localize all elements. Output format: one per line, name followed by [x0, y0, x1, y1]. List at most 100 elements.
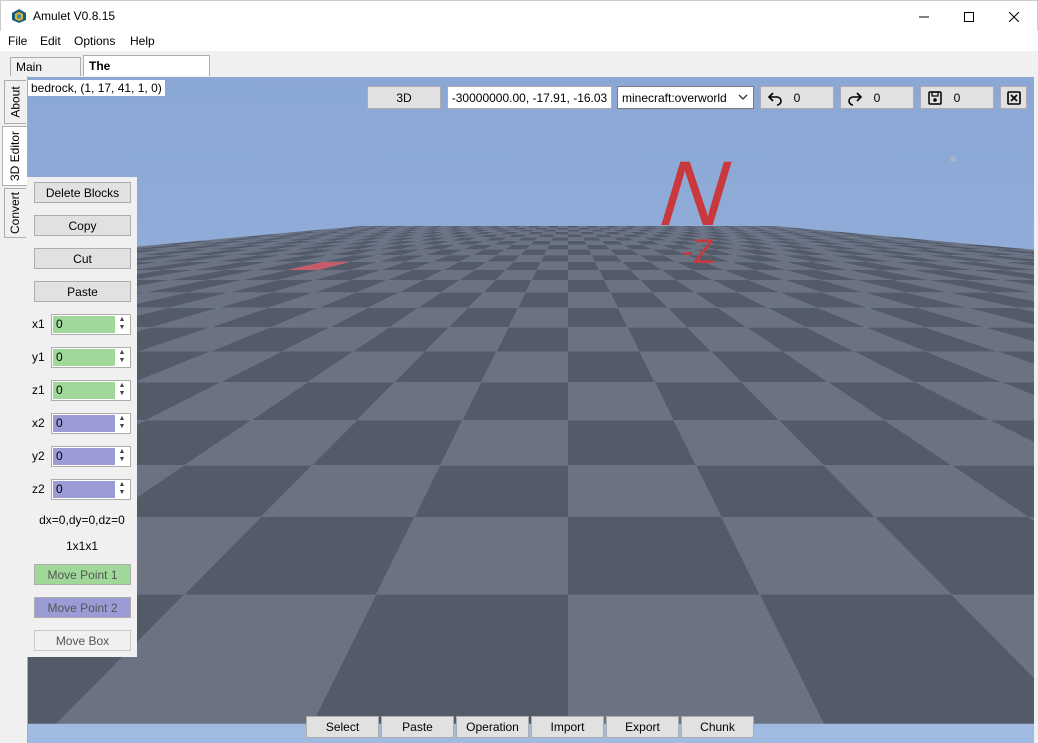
y2-value[interactable]: 0 — [53, 448, 115, 465]
compass-axis: -Z — [682, 233, 714, 271]
spin-down-icon[interactable]: ▼ — [115, 456, 129, 464]
operation-tool-button[interactable]: Operation — [456, 716, 529, 738]
undo-count: 0 — [793, 91, 801, 105]
floor-tile — [518, 292, 568, 308]
spin-up-icon[interactable]: ▲ — [115, 448, 129, 456]
spin-down-icon[interactable]: ▼ — [115, 324, 129, 332]
y1-label: y1 — [32, 350, 45, 364]
x2-label: x2 — [32, 416, 45, 430]
z2-value[interactable]: 0 — [53, 481, 115, 498]
menu-help[interactable]: Help — [130, 34, 155, 48]
floor-grid — [28, 226, 1034, 724]
floor-tile — [568, 240, 587, 245]
save-count: 0 — [953, 91, 961, 105]
spin-down-icon[interactable]: ▼ — [115, 357, 129, 365]
view-mode-label: 3D — [396, 90, 412, 105]
floor-tile — [580, 231, 596, 235]
dimension-select[interactable]: minecraft:overworld — [617, 86, 754, 109]
spin-arrows[interactable]: ▲ ▼ — [115, 382, 129, 399]
z2-spinbox[interactable]: 0 ▲ ▼ — [51, 479, 131, 500]
spin-arrows[interactable]: ▲ ▼ — [115, 448, 129, 465]
undo-button[interactable]: 0 — [760, 86, 834, 109]
floor-tile — [544, 249, 568, 256]
floor-tile — [536, 261, 568, 270]
x1-spinbox[interactable]: 0 ▲ ▼ — [51, 314, 131, 335]
spin-up-icon[interactable]: ▲ — [115, 481, 129, 489]
floor-tile — [531, 270, 568, 280]
floor-tile — [481, 351, 568, 383]
redo-button[interactable]: 0 — [840, 86, 914, 109]
floor-tile — [568, 249, 592, 256]
spin-up-icon[interactable]: ▲ — [115, 316, 129, 324]
maximize-icon — [964, 11, 974, 22]
floor-tile — [579, 229, 593, 232]
coordinates-display[interactable]: -30000000.00, -17.91, -16.03 — [447, 86, 612, 109]
spin-arrows[interactable]: ▲ ▼ — [115, 481, 129, 498]
copy-button[interactable]: Copy — [34, 215, 131, 236]
floor-tile — [525, 280, 568, 293]
x2-spinbox[interactable]: 0 ▲ ▼ — [51, 413, 131, 434]
close-window-button[interactable] — [991, 1, 1037, 32]
y2-spinbox[interactable]: 0 ▲ ▼ — [51, 446, 131, 467]
spin-up-icon[interactable]: ▲ — [115, 415, 129, 423]
z1-spinbox[interactable]: 0 ▲ ▼ — [51, 380, 131, 401]
menu-edit[interactable]: Edit — [40, 34, 61, 48]
export-tool-button[interactable]: Export — [606, 716, 679, 738]
move-point-2-button[interactable]: Move Point 2 — [34, 597, 131, 618]
floor-tile — [496, 327, 568, 352]
tab-main-menu[interactable]: Main Menu — [10, 57, 81, 92]
spin-down-icon[interactable]: ▼ — [115, 390, 129, 398]
floor-tile — [549, 240, 568, 245]
3d-viewport[interactable]: N -Z bedrock, (1, 17, 41, 1, 0) 3D -3000… — [28, 77, 1034, 743]
y1-value[interactable]: 0 — [53, 349, 115, 366]
delete-blocks-button[interactable]: Delete Blocks — [34, 182, 131, 203]
spin-up-icon[interactable]: ▲ — [115, 349, 129, 357]
floor-tile — [543, 229, 557, 232]
minimize-button[interactable] — [901, 1, 947, 32]
spin-arrows[interactable]: ▲ ▼ — [115, 415, 129, 432]
spin-up-icon[interactable]: ▲ — [115, 382, 129, 390]
coordinates-text: -30000000.00, -17.91, -16.03 — [451, 90, 608, 105]
floor-tile — [414, 465, 568, 517]
floor-tile — [568, 327, 640, 352]
spin-arrows[interactable]: ▲ ▼ — [115, 349, 129, 366]
floor-tile — [551, 237, 568, 241]
side-tab-convert[interactable]: Convert — [4, 188, 26, 238]
save-button[interactable]: 0 — [920, 86, 994, 109]
import-tool-button[interactable]: Import — [531, 716, 604, 738]
chunk-tool-button[interactable]: Chunk — [681, 716, 754, 738]
select-tool-button[interactable]: Select — [306, 716, 379, 738]
y1-spinbox[interactable]: 0 ▲ ▼ — [51, 347, 131, 368]
spin-arrows[interactable]: ▲ ▼ — [115, 316, 129, 333]
spin-down-icon[interactable]: ▼ — [115, 489, 129, 497]
x2-value[interactable]: 0 — [53, 415, 115, 432]
move-box-button[interactable]: Move Box — [34, 630, 131, 651]
floor-tile — [568, 237, 585, 241]
close-world-button[interactable] — [1000, 86, 1027, 109]
side-tab-3d-editor[interactable]: 3D Editor — [2, 126, 27, 186]
floor-tile — [508, 307, 568, 328]
move-point-1-button[interactable]: Move Point 1 — [34, 564, 131, 585]
view-mode-button[interactable]: 3D — [367, 86, 441, 109]
floor-tile — [568, 420, 696, 466]
maximize-button[interactable] — [946, 1, 992, 32]
cut-button[interactable]: Cut — [34, 248, 131, 269]
floor-tile — [568, 244, 589, 250]
side-tab-about[interactable]: About — [4, 80, 26, 124]
floor-tile — [581, 234, 598, 238]
floor-tile — [577, 226, 589, 228]
menu-file[interactable]: File — [8, 34, 27, 48]
paste-button[interactable]: Paste — [34, 281, 131, 302]
z1-value[interactable]: 0 — [53, 382, 115, 399]
floor-tile — [555, 229, 568, 232]
side-tab-label: 3D Editor — [8, 130, 22, 182]
paste-tool-button[interactable]: Paste — [381, 716, 454, 738]
x1-value[interactable]: 0 — [53, 316, 115, 333]
spin-down-icon[interactable]: ▼ — [115, 423, 129, 431]
side-tab-label: About — [8, 86, 23, 118]
world-render[interactable]: N -Z — [28, 77, 1034, 743]
floor-tile — [545, 227, 558, 230]
menu-options[interactable]: Options — [74, 34, 115, 48]
tab-the-experimentals[interactable]: The Experimentals× — [83, 55, 210, 94]
selection-panel: Delete Blocks Copy Cut Paste x1 0 ▲ ▼ y1 … — [27, 177, 137, 657]
